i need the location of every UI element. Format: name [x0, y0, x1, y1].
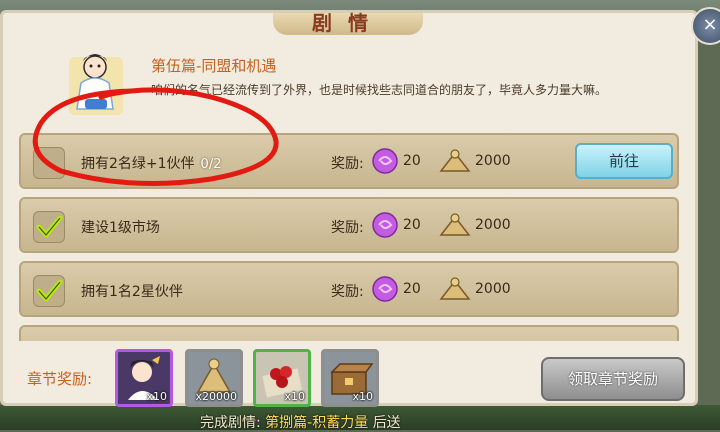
- reward-label: 奖励:: [331, 220, 364, 236]
- food-icon: [439, 213, 471, 236]
- food-icon: [439, 149, 471, 172]
- reward-item-hero[interactable]: x10: [115, 349, 173, 407]
- task-name: 拥有1名2星伙伴: [81, 281, 183, 301]
- task-label: 建设1级市场: [81, 220, 160, 236]
- story-panel: 剧情 × 第伍篇-同盟和机遇 咱们的名气已经流传到了外界，也是时候找些志同道合的…: [0, 7, 720, 407]
- close-icon: ×: [702, 14, 718, 35]
- gem-reward-value: 20: [403, 153, 421, 169]
- food-reward-value: 2000: [475, 281, 511, 297]
- gem-reward-value: 20: [403, 217, 421, 233]
- task-checkbox-checked: [33, 211, 65, 243]
- gem-icon: [372, 148, 398, 174]
- task-row: 拥有1名2星伙伴 奖励: 20 2000: [19, 261, 679, 317]
- chapter-title: 第伍篇-同盟和机遇: [151, 57, 277, 75]
- window-title: 剧情: [273, 13, 423, 35]
- item-quantity: x10: [146, 390, 167, 403]
- task-checkbox-checked: [33, 275, 65, 307]
- item-quantity: x10: [352, 390, 373, 403]
- chapter-reward-label: 章节奖励:: [27, 370, 93, 388]
- checkmark-icon: [36, 215, 63, 238]
- task-row: 建设1级市场 奖励: 20 2000: [19, 197, 679, 253]
- task-row-partial: [19, 325, 679, 341]
- task-label: 拥有1名2星伙伴: [81, 284, 183, 300]
- goto-button[interactable]: 前往: [575, 143, 673, 179]
- item-quantity: x20000: [195, 390, 237, 403]
- gem-icon: [372, 212, 398, 238]
- item-quantity: x10: [284, 390, 305, 403]
- gem-reward-value: 20: [403, 281, 421, 297]
- bottom-hint-prefix: 完成剧情:: [200, 415, 261, 431]
- reward-item-fruit[interactable]: x10: [253, 349, 311, 407]
- gem-icon: [372, 276, 398, 302]
- red-annotation-circle: [32, 87, 279, 186]
- food-icon: [439, 277, 471, 300]
- bottom-hint-highlight: 第捌篇-积蓄力量: [265, 415, 369, 431]
- reward-label: 奖励:: [331, 284, 364, 300]
- reward-item-food[interactable]: x20000: [185, 349, 243, 407]
- bottom-hint: 完成剧情: 第捌篇-积蓄力量 后送: [200, 412, 401, 432]
- claim-chapter-reward-button[interactable]: 领取章节奖励: [541, 357, 685, 401]
- task-name: 建设1级市场: [81, 217, 160, 237]
- reward-label: 奖励:: [331, 156, 364, 172]
- food-reward-value: 2000: [475, 153, 511, 169]
- bottom-hint-suffix: 后送: [372, 415, 401, 431]
- reward-item-chest[interactable]: x10: [321, 349, 379, 407]
- close-button[interactable]: ×: [691, 7, 720, 45]
- food-reward-value: 2000: [475, 217, 511, 233]
- checkmark-icon: [36, 279, 63, 302]
